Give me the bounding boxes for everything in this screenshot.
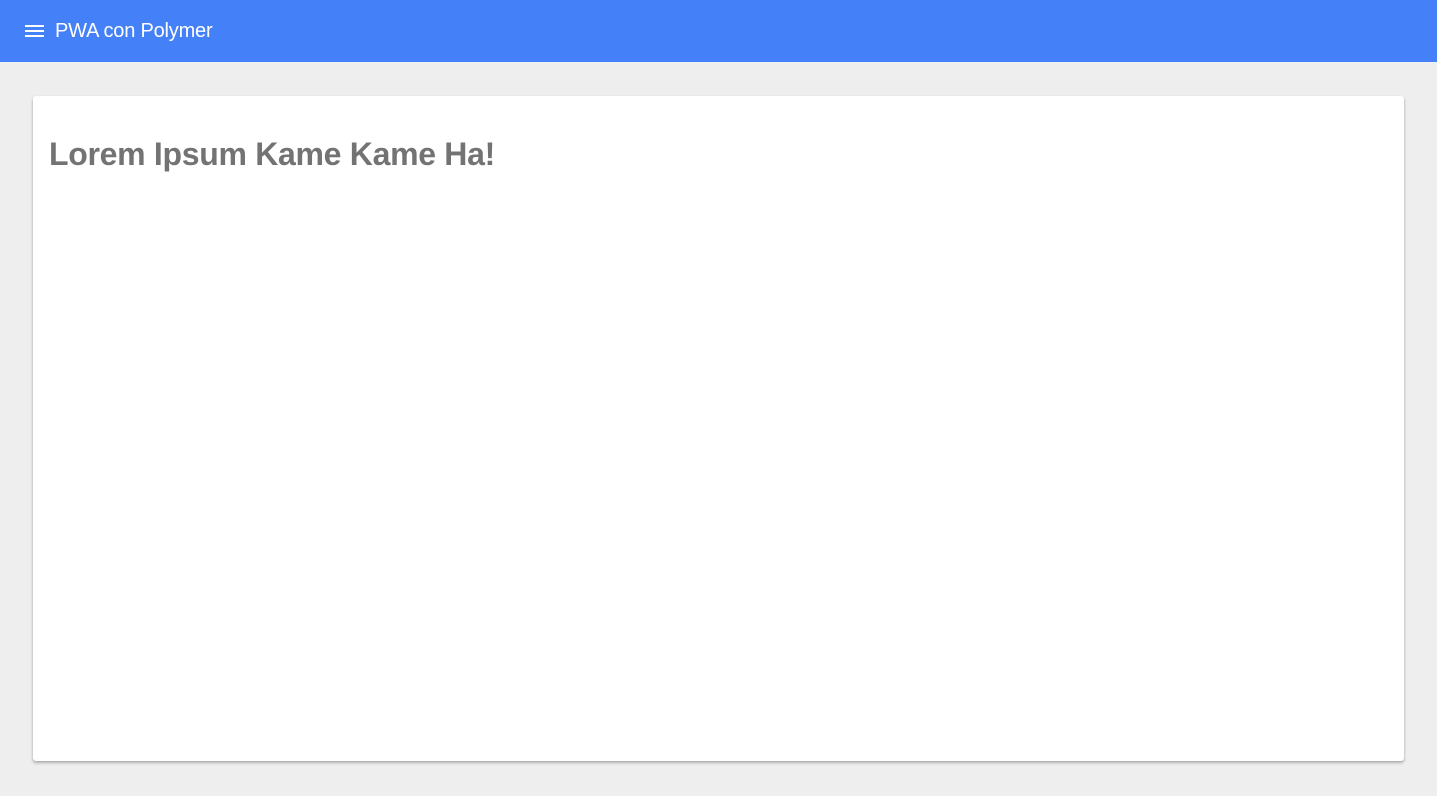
card-heading: Lorem Ipsum Kame Kame Ha! xyxy=(49,136,495,172)
menu-icon[interactable] xyxy=(25,21,45,41)
menu-icon-bar xyxy=(25,25,44,27)
menu-icon-bar xyxy=(25,35,44,37)
content-card: Lorem Ipsum Kame Kame Ha! xyxy=(33,96,1404,761)
menu-icon-bar xyxy=(25,30,44,32)
app-header: PWA con Polymer xyxy=(0,0,1437,62)
app-title: PWA con Polymer xyxy=(55,19,213,42)
